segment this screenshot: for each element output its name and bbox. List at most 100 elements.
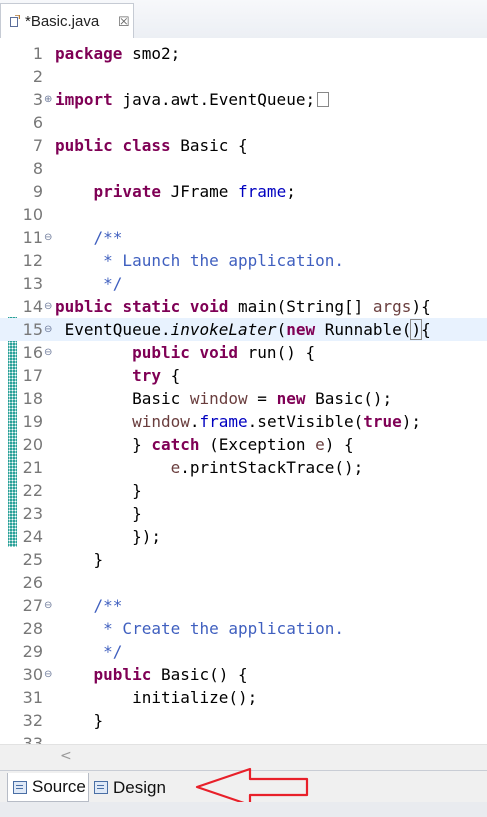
- code-text: public Basic() {: [93, 665, 248, 684]
- code-text: * Launch the application.: [55, 251, 344, 270]
- code-line[interactable]: 21 e.printStackTrace();: [0, 456, 487, 479]
- code-line[interactable]: 2: [0, 65, 487, 88]
- collapse-fold-icon[interactable]: ⊖: [44, 226, 52, 249]
- line-number: 12: [22, 251, 43, 270]
- line-number: 20: [22, 435, 43, 454]
- line-number: 22: [22, 481, 43, 500]
- editor-tab-title: *Basic.java: [25, 13, 100, 30]
- collapse-fold-icon[interactable]: ⊖: [44, 663, 52, 686]
- code-line[interactable]: 6: [0, 111, 487, 134]
- code-line[interactable]: 9 private JFrame frame;: [0, 180, 487, 203]
- line-number: 31: [22, 688, 43, 707]
- code-editor[interactable]: 1 package smo2; 2 3 ⊕ import java.awt.EventQu…: [0, 38, 487, 744]
- line-number: 6: [32, 113, 43, 132]
- code-text: public class Basic {: [55, 136, 248, 155]
- code-line[interactable]: 1 package smo2;: [0, 42, 487, 65]
- editor-tab-bar: *Basic.java ☒: [0, 0, 487, 39]
- line-number: 24: [22, 527, 43, 546]
- line-number: 9: [32, 182, 43, 201]
- editor-tab-basic-java[interactable]: *Basic.java ☒: [0, 3, 134, 38]
- collapse-fold-icon[interactable]: ⊖: [44, 594, 52, 617]
- code-text: public static void main(String[] args){: [55, 297, 431, 316]
- code-line[interactable]: 15 ⊖ EventQueue.invokeLater(new Runnable(…: [0, 318, 487, 341]
- collapse-fold-icon[interactable]: ⊖: [44, 318, 52, 341]
- code-line[interactable]: 3 ⊕ import java.awt.EventQueue;: [0, 88, 487, 111]
- line-number: 21: [22, 458, 43, 477]
- line-number: 15: [22, 320, 43, 339]
- line-number: 11: [22, 228, 43, 247]
- code-line[interactable]: 14 ⊖ public static void main(String[] args…: [0, 295, 487, 318]
- code-line[interactable]: 23 }: [0, 502, 487, 525]
- line-number: 8: [32, 159, 43, 178]
- line-number: 16: [22, 343, 43, 362]
- line-number: 7: [32, 136, 43, 155]
- code-line[interactable]: 16 ⊖ public void run() {: [0, 341, 487, 364]
- code-line[interactable]: 19 window.frame.setVisible(true);: [0, 410, 487, 433]
- code-line[interactable]: 13 */: [0, 272, 487, 295]
- collapse-fold-icon[interactable]: ⊖: [44, 295, 52, 318]
- line-number: 23: [22, 504, 43, 523]
- code-text: public void run() {: [132, 343, 316, 362]
- tab-source[interactable]: Source: [7, 773, 89, 802]
- code-line[interactable]: 27 ⊖ /**: [0, 594, 487, 617]
- code-text: package smo2;: [55, 44, 181, 63]
- code-line[interactable]: 30 ⊖ public Basic() {: [0, 663, 487, 686]
- line-number: 18: [22, 389, 43, 408]
- code-text: });: [55, 527, 161, 546]
- code-text: import java.awt.EventQueue;: [55, 88, 330, 111]
- line-number: 17: [22, 366, 43, 385]
- code-line[interactable]: 33: [0, 732, 487, 744]
- line-number: 33: [22, 734, 43, 744]
- scroll-left-icon[interactable]: <: [60, 748, 72, 764]
- code-line[interactable]: 8: [0, 157, 487, 180]
- code-text: */: [55, 642, 123, 661]
- line-number: 32: [22, 711, 43, 730]
- line-number: 30: [22, 665, 43, 684]
- line-number: 26: [22, 573, 43, 592]
- line-number: 27: [22, 596, 43, 615]
- folded-imports-marker[interactable]: [317, 92, 330, 107]
- code-text: EventQueue.invokeLater(new Runnable(){: [55, 319, 431, 340]
- tab-design[interactable]: Design: [89, 773, 171, 802]
- code-text: }: [55, 481, 142, 500]
- line-number: 2: [32, 67, 43, 86]
- code-line[interactable]: 18 Basic window = new Basic();: [0, 387, 487, 410]
- line-number: 29: [22, 642, 43, 661]
- code-text: private JFrame frame;: [93, 182, 296, 201]
- code-text: */: [55, 274, 123, 293]
- close-icon[interactable]: ☒: [118, 14, 130, 30]
- code-line[interactable]: 28 * Create the application.: [0, 617, 487, 640]
- code-text: Basic window = new Basic();: [55, 389, 393, 408]
- code-line[interactable]: 11 ⊖ /**: [0, 226, 487, 249]
- code-line[interactable]: 17 try {: [0, 364, 487, 387]
- code-text: try {: [132, 366, 181, 385]
- code-text: } catch (Exception e) {: [55, 435, 354, 454]
- line-number: 25: [22, 550, 43, 569]
- design-icon: [94, 781, 108, 794]
- code-line[interactable]: 25 }: [0, 548, 487, 571]
- java-file-icon: [10, 15, 20, 27]
- code-line[interactable]: 26: [0, 571, 487, 594]
- line-number: 1: [32, 44, 43, 63]
- code-line[interactable]: 12 * Launch the application.: [0, 249, 487, 272]
- window-footer: [0, 802, 487, 817]
- expand-fold-icon[interactable]: ⊕: [44, 88, 52, 111]
- source-icon: [13, 780, 27, 794]
- line-number: 14: [22, 297, 43, 316]
- tab-design-label: Design: [113, 777, 166, 797]
- code-text: /**: [93, 596, 123, 615]
- code-line[interactable]: 24 });: [0, 525, 487, 548]
- code-line[interactable]: 32 }: [0, 709, 487, 732]
- code-line[interactable]: 20 } catch (Exception e) {: [0, 433, 487, 456]
- code-text: /**: [93, 228, 123, 247]
- code-line[interactable]: 22 }: [0, 479, 487, 502]
- line-number: 3: [32, 90, 43, 109]
- collapse-fold-icon[interactable]: ⊖: [44, 341, 52, 364]
- code-text: }: [55, 504, 142, 523]
- code-text: }: [55, 711, 104, 730]
- code-line[interactable]: 10: [0, 203, 487, 226]
- code-line[interactable]: 31 initialize();: [0, 686, 487, 709]
- code-line[interactable]: 7 public class Basic {: [0, 134, 487, 157]
- code-line[interactable]: 29 */: [0, 640, 487, 663]
- code-text: * Create the application.: [55, 619, 344, 638]
